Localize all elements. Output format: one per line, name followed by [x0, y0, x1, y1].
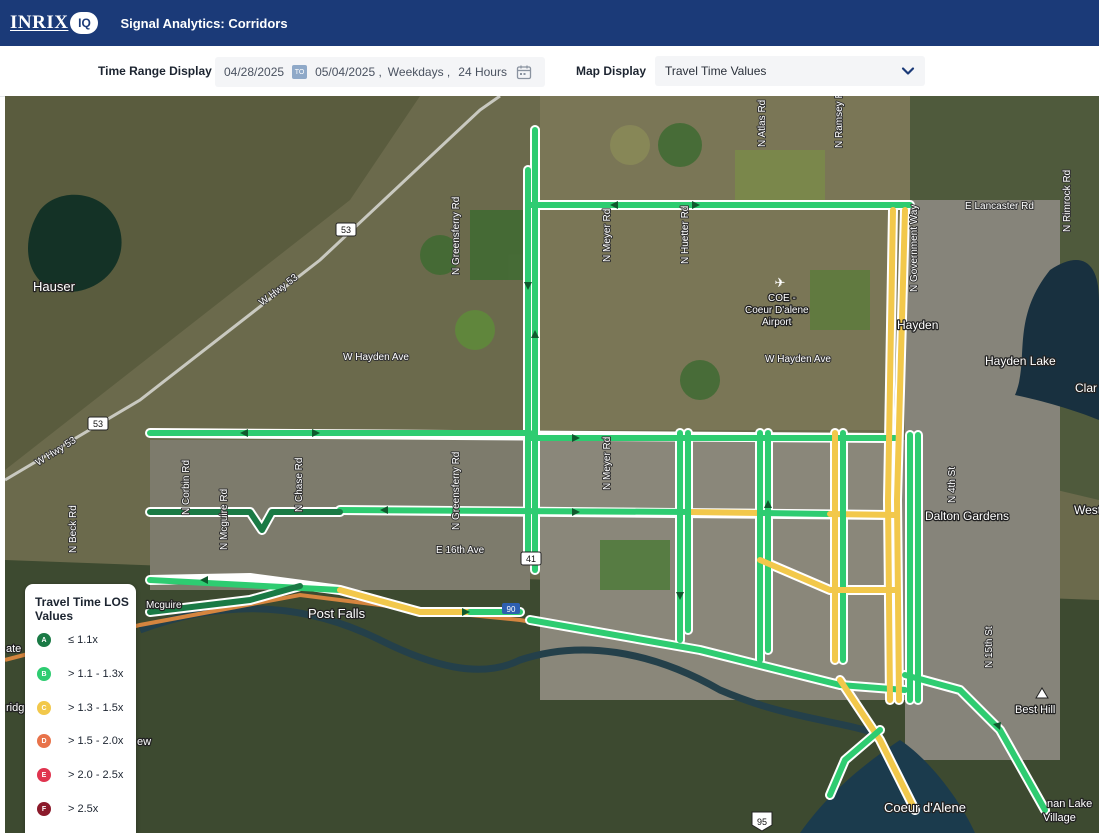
street-corbin: N Corbin Rd: [181, 460, 192, 515]
street-beck: N Beck Rd: [68, 505, 79, 553]
street-atlas: N Atlas Rd: [757, 100, 768, 147]
street-greensferry-2: N Greensferry Rd: [451, 452, 462, 530]
map-display-value: Travel Time Values: [665, 64, 767, 78]
label-best-hill: Best Hill: [1015, 704, 1055, 716]
legend-label-b: > 1.1 - 1.3x: [68, 668, 124, 680]
label-airport-2: Coeur D'alene: [745, 305, 809, 316]
shield-41: 41: [526, 554, 536, 564]
legend-label-d: > 1.5 - 2.0x: [68, 735, 124, 747]
legend-dot-b: B: [37, 667, 51, 681]
legend-item-b: B > 1.1 - 1.3x: [37, 666, 123, 682]
inrix-logo[interactable]: INRIX IQ: [10, 10, 99, 36]
label-mcguire-partial: Mcguire: [146, 600, 182, 611]
label-coeur-dalene: Coeur d'Alene: [884, 800, 966, 815]
corridor-map[interactable]: 53 53 41 95 90 ✈ Hauser Hayden Hayden La…: [5, 96, 1099, 833]
shield-95: 95: [757, 817, 767, 827]
chevron-down-icon: [901, 67, 915, 75]
logo-text: INRIX: [10, 12, 69, 33]
street-hayden-ave-2: W Hayden Ave: [765, 354, 831, 365]
days-value: Weekdays ,: [387, 65, 451, 79]
logo-badge: IQ: [70, 12, 99, 34]
street-fourth: N 4th St: [947, 467, 958, 503]
map-display-label: Map Display: [576, 64, 647, 78]
to-badge: TO: [292, 65, 308, 79]
legend-dot-c: C: [37, 701, 51, 715]
label-hauser: Hauser: [33, 279, 76, 294]
label-village: Village: [1043, 812, 1076, 824]
legend-label-f: > 2.5x: [68, 803, 99, 815]
legend-title: Travel Time LOS Values: [35, 595, 129, 623]
legend-item-c: C > 1.3 - 1.5x: [37, 700, 123, 716]
label-hayden-lake: Hayden Lake: [985, 354, 1056, 368]
street-chase: N Chase Rd: [294, 458, 305, 512]
legend-label-c: > 1.3 - 1.5x: [68, 702, 124, 714]
hours-value: 24 Hours: [458, 65, 507, 79]
label-ridge: ridg: [6, 702, 24, 714]
top-bar: INRIX IQ Signal Analytics: Corridors: [0, 0, 1099, 46]
street-huetter: N Huetter Rd: [680, 206, 691, 264]
label-west: West: [1074, 503, 1099, 517]
street-lancaster: E Lancaster Rd: [965, 201, 1034, 212]
urban-east: [905, 200, 1060, 760]
shield-i90: 90: [507, 605, 516, 614]
street-e16th: E 16th Ave: [436, 545, 485, 556]
time-range-picker[interactable]: 04/28/2025 TO 05/04/2025 , Weekdays , 24…: [215, 57, 545, 87]
label-airport-1: COE -: [768, 293, 796, 304]
street-rimrock: N Rimrock Rd: [1062, 170, 1073, 232]
street-meyer-2: N Meyer Rd: [602, 437, 613, 490]
street-mcguire: N Mcguire Rd: [219, 489, 230, 550]
calendar-icon[interactable]: [516, 64, 532, 80]
corridor-neider-west[interactable]: [337, 507, 693, 515]
label-airport-3: Airport: [762, 317, 792, 328]
label-fernan-lake: nan Lake: [1047, 798, 1092, 810]
legend-dot-d: D: [37, 734, 51, 748]
legend-label-e: > 2.0 - 2.5x: [68, 769, 124, 781]
end-date: 05/04/2025 ,: [315, 65, 382, 79]
los-legend: Travel Time LOS Values A ≤ 1.1x B > 1.1 …: [25, 584, 136, 833]
map-canvas[interactable]: 53 53 41 95 90 ✈ Hauser Hayden Hayden La…: [5, 96, 1099, 833]
street-government-way: N Government Way: [909, 205, 920, 292]
label-view: ew: [137, 736, 151, 748]
airport-icon: ✈: [775, 275, 786, 290]
street-greensferry-1: N Greensferry Rd: [451, 197, 462, 275]
label-state: ate: [6, 643, 21, 655]
corridor-neider-mid[interactable]: [687, 509, 763, 516]
shield-53-b: 53: [93, 419, 103, 429]
farmland-north: [540, 96, 910, 430]
street-fifteenth: N 15th St: [984, 626, 995, 668]
page-title: Signal Analytics: Corridors: [120, 15, 288, 31]
legend-item-d: D > 1.5 - 2.0x: [37, 733, 123, 749]
legend-dot-a: A: [37, 633, 51, 647]
urban-center: [540, 440, 905, 700]
label-dalton-gardens: Dalton Gardens: [925, 509, 1009, 523]
legend-item-a: A ≤ 1.1x: [37, 632, 98, 648]
time-range-label: Time Range Display: [98, 64, 212, 78]
label-clark: Clar: [1075, 381, 1097, 395]
legend-dot-e: E: [37, 768, 51, 782]
street-meyer-1: N Meyer Rd: [602, 209, 613, 262]
filter-bar: Time Range Display 04/28/2025 TO 05/04/2…: [0, 46, 1099, 97]
street-ramsey: N Ramsey Rd: [834, 96, 845, 148]
legend-item-e: E > 2.0 - 2.5x: [37, 767, 123, 783]
legend-label-a: ≤ 1.1x: [68, 634, 98, 646]
shield-53-a: 53: [341, 225, 351, 235]
label-hayden: Hayden: [897, 318, 938, 332]
legend-item-f: F > 2.5x: [37, 801, 98, 817]
map-display-select[interactable]: Travel Time Values: [655, 56, 925, 86]
start-date: 04/28/2025: [224, 65, 285, 79]
label-post-falls: Post Falls: [308, 606, 366, 621]
legend-dot-f: F: [37, 802, 51, 816]
street-hayden-ave-1: W Hayden Ave: [343, 352, 409, 363]
